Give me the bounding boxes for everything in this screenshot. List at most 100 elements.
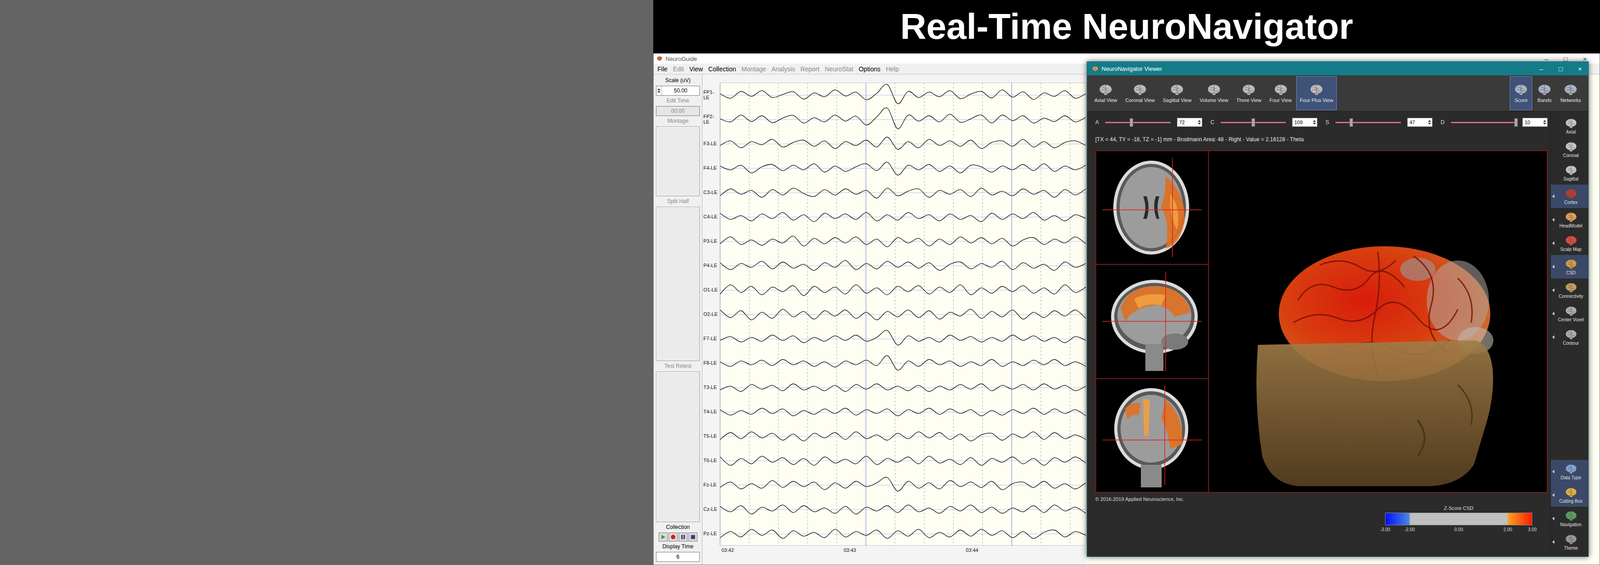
slider-value[interactable]: 10	[1522, 117, 1548, 127]
menu-item[interactable]: File	[657, 65, 668, 73]
view-button[interactable]: Four View	[1265, 76, 1296, 111]
axial-slice[interactable]	[1097, 153, 1207, 262]
edit-time-field[interactable]	[655, 106, 700, 117]
spin-up-icon[interactable]	[1197, 120, 1201, 122]
eeg-trace	[720, 137, 1086, 150]
eeg-trace	[720, 309, 1086, 321]
scale-input[interactable]	[661, 86, 700, 95]
view-button[interactable]: Sagittal View	[1159, 76, 1196, 111]
expand-arrow-icon[interactable]	[1552, 311, 1555, 316]
eeg-channel	[720, 236, 1086, 247]
scale-field[interactable]	[655, 85, 700, 96]
menu-item[interactable]: Edit	[673, 65, 684, 73]
menu-item[interactable]: Analysis	[771, 65, 796, 73]
channel-label: Pz-LE	[702, 521, 720, 546]
panel-box[interactable]	[655, 206, 700, 362]
layer-icon	[1564, 282, 1578, 294]
slider-thumb[interactable]	[1349, 118, 1354, 127]
slider-thumb[interactable]	[1251, 118, 1256, 127]
spin-down-icon[interactable]	[1312, 122, 1317, 125]
sidebar-item[interactable]: Cortex	[1550, 184, 1589, 209]
spin-down-icon[interactable]	[1427, 122, 1432, 125]
stop-button[interactable]	[688, 532, 698, 542]
expand-arrow-icon[interactable]	[1552, 194, 1555, 199]
sidebar-bottom: Data TypeCutting BoxNavigationTheme	[1550, 460, 1589, 554]
record-button[interactable]	[668, 532, 678, 542]
slider-value[interactable]: 109	[1292, 117, 1318, 127]
expand-arrow-icon[interactable]	[1552, 335, 1555, 340]
baseline	[720, 290, 1086, 291]
menu-item[interactable]: Help	[885, 65, 899, 73]
sidebar-item[interactable]: CSD	[1550, 255, 1589, 279]
play-button[interactable]	[658, 532, 668, 542]
menu-item[interactable]: View	[689, 65, 703, 73]
view-button[interactable]: Three View	[1232, 76, 1266, 111]
pause-button[interactable]	[678, 532, 688, 542]
sidebar-item[interactable]: Axial	[1550, 114, 1589, 138]
expand-arrow-icon[interactable]	[1552, 288, 1555, 293]
sidebar-item[interactable]: Scalp Map	[1550, 231, 1589, 256]
brain-3d-render[interactable]	[1209, 151, 1547, 493]
slider-track[interactable]	[1451, 121, 1517, 124]
window-control[interactable]: ×	[1576, 65, 1584, 73]
expand-arrow-icon[interactable]	[1552, 516, 1555, 521]
panel-box[interactable]	[655, 126, 700, 197]
sidebar-item[interactable]: Theme	[1550, 530, 1589, 554]
menu-item[interactable]: NeuroStat	[824, 65, 854, 73]
sidebar-item[interactable]: Navigation	[1550, 506, 1589, 531]
spin-up-icon[interactable]	[1312, 120, 1317, 122]
expand-arrow-icon[interactable]	[1552, 265, 1555, 269]
expand-arrow-icon[interactable]	[1552, 218, 1555, 222]
slider-value[interactable]: 47	[1407, 117, 1433, 127]
menu-item[interactable]: Montage	[741, 65, 766, 73]
sidebar-item[interactable]: Contour	[1550, 325, 1589, 349]
slider-thumb[interactable]	[1514, 118, 1518, 127]
pause-icon	[680, 534, 686, 540]
spin-up-icon[interactable]	[657, 88, 661, 91]
slider-track[interactable]	[1220, 121, 1286, 124]
view-button[interactable]: Axial View	[1090, 76, 1121, 111]
expand-arrow-icon[interactable]	[1552, 540, 1555, 545]
view-icon	[1169, 83, 1185, 96]
view-buttons: Axial ViewCoronal ViewSagittal ViewVolum…	[1090, 76, 1337, 111]
mode-button[interactable]: Bands	[1533, 76, 1556, 111]
menu-item[interactable]: Options	[858, 65, 881, 73]
spin-down-icon[interactable]	[1197, 122, 1201, 125]
sidebar-item[interactable]: Cutting Box	[1550, 483, 1589, 507]
spin-down-icon[interactable]	[657, 91, 661, 94]
expand-arrow-icon[interactable]	[1552, 469, 1555, 474]
panel-box[interactable]	[655, 371, 700, 523]
display-time-field[interactable]	[655, 552, 700, 563]
menu-item[interactable]: Collection	[708, 65, 736, 73]
sidebar-item[interactable]: Data Type	[1550, 460, 1589, 484]
edit-time-label: Edit Time	[655, 97, 700, 105]
slider-track[interactable]	[1335, 121, 1401, 124]
window-control[interactable]: –	[1537, 65, 1545, 73]
slider-thumb[interactable]	[1129, 118, 1134, 127]
spin-buttons[interactable]	[656, 86, 662, 96]
sidebar-item[interactable]: Center Voxel	[1550, 302, 1589, 326]
view-button[interactable]: Coronal View	[1121, 76, 1159, 111]
sidebar-item[interactable]: Sagittal	[1550, 161, 1589, 185]
menu-item[interactable]: Report	[800, 65, 820, 73]
mode-button[interactable]: Score	[1509, 76, 1533, 111]
slider-track[interactable]	[1105, 121, 1171, 124]
sidebar-item[interactable]: Coronal	[1550, 137, 1589, 162]
edit-time-input[interactable]	[656, 106, 700, 116]
view-button[interactable]: Four Plus View	[1296, 76, 1337, 111]
expand-arrow-icon[interactable]	[1552, 493, 1555, 498]
spin-up-icon[interactable]	[1427, 120, 1432, 122]
mode-button[interactable]: Networks	[1556, 76, 1585, 111]
view-button[interactable]: Volume View	[1195, 76, 1232, 111]
window-control[interactable]: □	[1556, 65, 1565, 73]
spin-down-icon[interactable]	[1543, 122, 1547, 125]
display-time-input[interactable]	[656, 553, 700, 562]
sagittal-slice[interactable]	[1097, 267, 1207, 376]
spin-up-icon[interactable]	[1543, 120, 1547, 122]
expand-arrow-icon[interactable]	[1552, 241, 1555, 246]
slider-value[interactable]: 72	[1176, 117, 1203, 127]
channel-label: F8-LE	[702, 350, 720, 376]
coronal-slice[interactable]	[1097, 381, 1207, 490]
sidebar-item[interactable]: Connectivity	[1550, 278, 1589, 303]
sidebar-item[interactable]: HeadModel	[1550, 208, 1589, 232]
